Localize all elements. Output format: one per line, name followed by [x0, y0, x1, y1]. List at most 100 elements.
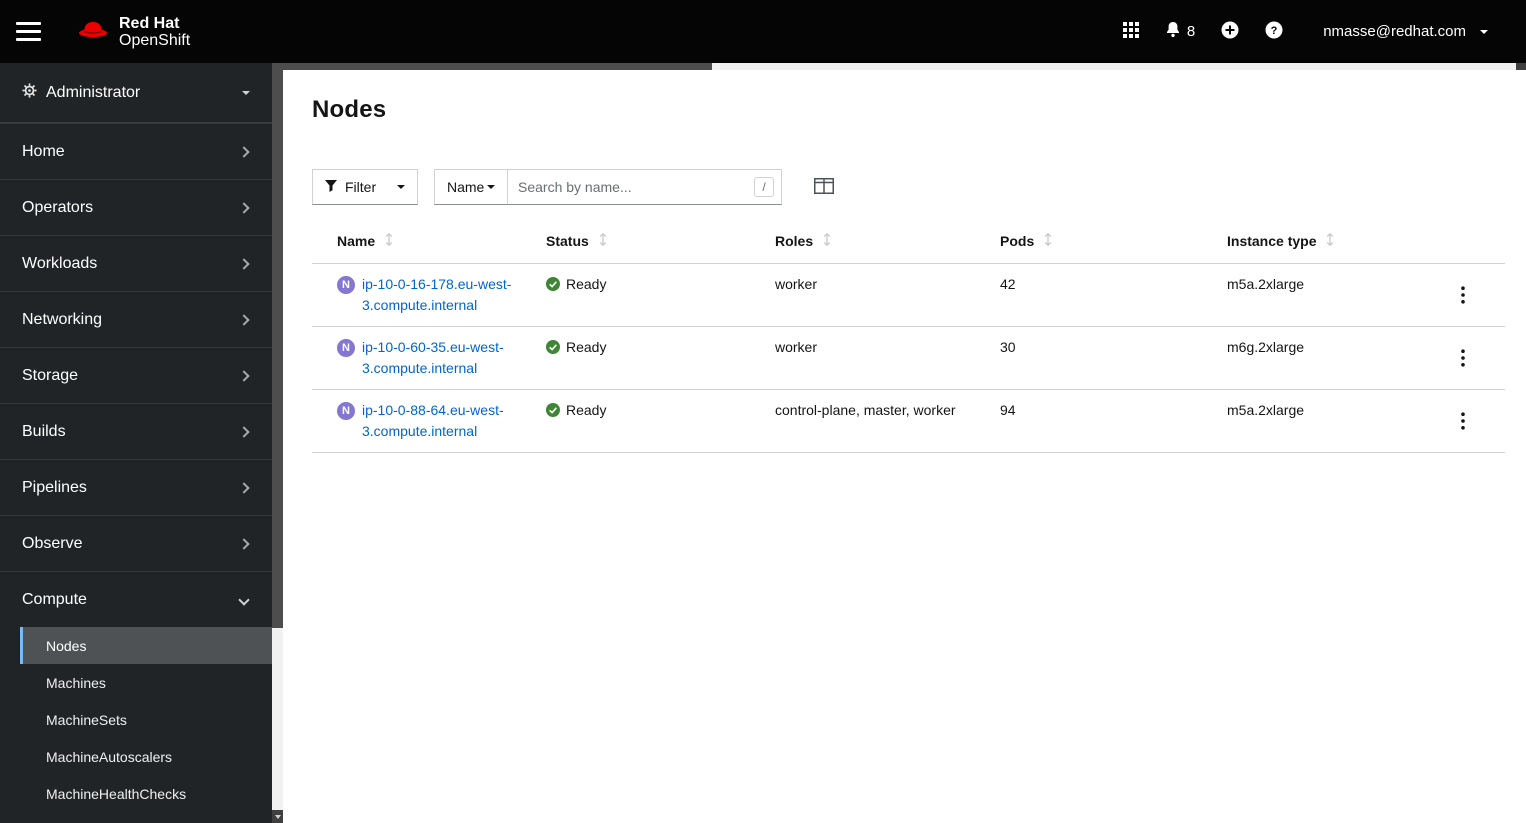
sidebar-item-storage[interactable]: Storage — [0, 347, 272, 403]
chevron-right-icon — [238, 425, 250, 438]
sidebar-item-nodes[interactable]: Nodes — [20, 627, 272, 664]
row-actions-kebab[interactable] — [1453, 402, 1473, 442]
check-circle-icon — [546, 400, 560, 423]
roles-cell: worker — [775, 276, 818, 292]
nav-toggle-button[interactable] — [16, 12, 56, 52]
sidebar-item-observe[interactable]: Observe — [0, 515, 272, 571]
scrollbar-thumb[interactable] — [283, 63, 712, 70]
sidebar: Administrator Home Operators Workloads N… — [0, 63, 272, 823]
sidebar-item-machines[interactable]: Machines — [0, 664, 272, 701]
sidebar-item-label: Storage — [22, 366, 79, 384]
node-name-link[interactable]: ip-10-0-88-64.eu-west-3.compute.internal — [362, 400, 520, 442]
row-actions-kebab[interactable] — [1453, 339, 1473, 379]
column-header-status[interactable]: Status — [546, 219, 775, 263]
page-title: Nodes — [312, 96, 387, 123]
sidebar-item-machineautoscalers[interactable]: MachineAutoscalers — [0, 738, 272, 775]
question-circle-icon: ? — [1265, 21, 1283, 43]
instance-type-cell: m5a.2xlarge — [1227, 276, 1305, 292]
chevron-down-icon — [397, 185, 405, 189]
sort-icon — [1326, 232, 1334, 250]
columns-icon — [814, 177, 834, 197]
sidebar-item-machinehealthchecks[interactable]: MachineHealthChecks — [0, 775, 272, 812]
sidebar-item-label: Home — [22, 142, 65, 160]
scroll-down-button[interactable] — [272, 810, 283, 823]
status-text: Ready — [566, 276, 607, 292]
chevron-down-icon — [242, 90, 250, 95]
triangle-down-icon — [274, 814, 281, 819]
bell-icon — [1165, 21, 1181, 42]
sidebar-subitem-label: MachineSets — [46, 711, 127, 728]
search-type-label: Name — [447, 179, 485, 195]
filter-dropdown[interactable]: Filter — [312, 169, 418, 205]
sidebar-item-label: Workloads — [22, 254, 98, 272]
chevron-down-icon — [1480, 29, 1488, 34]
instance-type-cell: m5a.2xlarge — [1227, 402, 1305, 418]
brand-line2: OpenShift — [119, 31, 191, 49]
node-badge: N — [337, 276, 355, 294]
scroll-right-button[interactable] — [1516, 63, 1526, 70]
column-header-roles[interactable]: Roles — [775, 219, 1000, 263]
brand-line1: Red Hat — [119, 14, 180, 32]
app-launcher-button[interactable] — [1122, 21, 1139, 42]
scrollbar-thumb[interactable] — [272, 63, 283, 628]
keyboard-shortcut-hint: / — [754, 177, 774, 197]
nodes-table: Name Status Roles Pods Instance type N i… — [312, 219, 1505, 453]
apps-grid-icon — [1122, 21, 1139, 42]
sort-icon — [385, 232, 393, 250]
table-header: Name Status Roles Pods Instance type — [312, 219, 1505, 264]
table-row: N ip-10-0-60-35.eu-west-3.compute.intern… — [312, 327, 1505, 390]
node-name-link[interactable]: ip-10-0-60-35.eu-west-3.compute.internal — [362, 337, 520, 379]
column-header-pods[interactable]: Pods — [1000, 219, 1227, 263]
status-text: Ready — [566, 402, 607, 418]
help-button[interactable]: ? — [1265, 21, 1283, 43]
gear-icon — [22, 82, 37, 103]
status-text: Ready — [566, 339, 607, 355]
search-type-dropdown[interactable]: Name — [434, 169, 508, 205]
table-row: N ip-10-0-16-178.eu-west-3.compute.inter… — [312, 264, 1505, 327]
column-header-name[interactable]: Name — [312, 219, 546, 263]
column-header-actions — [1430, 219, 1505, 263]
import-button[interactable] — [1221, 21, 1239, 43]
sidebar-scrollbar[interactable] — [272, 63, 283, 823]
sidebar-subitem-label: Nodes — [46, 637, 87, 654]
user-menu[interactable]: nmasse@redhat.com — [1323, 23, 1488, 40]
notification-count: 8 — [1186, 23, 1196, 40]
manage-columns-button[interactable] — [814, 177, 834, 197]
chevron-right-icon — [238, 481, 250, 494]
sidebar-item-label: Observe — [22, 534, 83, 552]
column-header-instance-type[interactable]: Instance type — [1227, 219, 1430, 263]
sidebar-item-builds[interactable]: Builds — [0, 403, 272, 459]
instance-type-cell: m6g.2xlarge — [1227, 339, 1305, 355]
masthead-toolbar: 8 ? nmasse@redhat.com — [1122, 21, 1488, 43]
notifications-button[interactable]: 8 — [1165, 21, 1195, 42]
horizontal-scrollbar[interactable] — [283, 63, 1526, 70]
filter-icon — [325, 179, 337, 195]
brand-logo[interactable]: Red Hat OpenShift — [76, 15, 190, 49]
search-input[interactable] — [507, 169, 782, 205]
sidebar-item-workloads[interactable]: Workloads — [0, 235, 272, 291]
check-circle-icon — [546, 274, 560, 297]
chevron-down-icon — [487, 185, 495, 189]
sidebar-item-compute[interactable]: Compute — [0, 571, 272, 627]
sidebar-subitem-label: MachineHealthChecks — [46, 785, 187, 802]
sidebar-item-operators[interactable]: Operators — [0, 179, 272, 235]
toolbar: Filter Name / — [312, 169, 1505, 205]
row-actions-kebab[interactable] — [1453, 276, 1473, 316]
node-badge: N — [337, 402, 355, 420]
sort-icon — [599, 232, 607, 250]
sidebar-item-pipelines[interactable]: Pipelines — [0, 459, 272, 515]
svg-text:?: ? — [1271, 25, 1278, 37]
chevron-right-icon — [238, 537, 250, 550]
node-name-link[interactable]: ip-10-0-16-178.eu-west-3.compute.interna… — [362, 274, 520, 316]
sidebar-item-networking[interactable]: Networking — [0, 291, 272, 347]
username: nmasse@redhat.com — [1323, 23, 1466, 40]
sidebar-item-machinesets[interactable]: MachineSets — [0, 701, 272, 738]
table-row: N ip-10-0-88-64.eu-west-3.compute.intern… — [312, 390, 1505, 453]
check-circle-icon — [546, 337, 560, 360]
perspective-switcher[interactable]: Administrator — [0, 63, 272, 123]
chevron-right-icon — [238, 201, 250, 214]
roles-cell: worker — [775, 339, 818, 355]
sidebar-item-label: Builds — [22, 422, 66, 440]
sidebar-subitem-label: MachineAutoscalers — [46, 748, 173, 765]
sidebar-item-home[interactable]: Home — [0, 123, 272, 179]
